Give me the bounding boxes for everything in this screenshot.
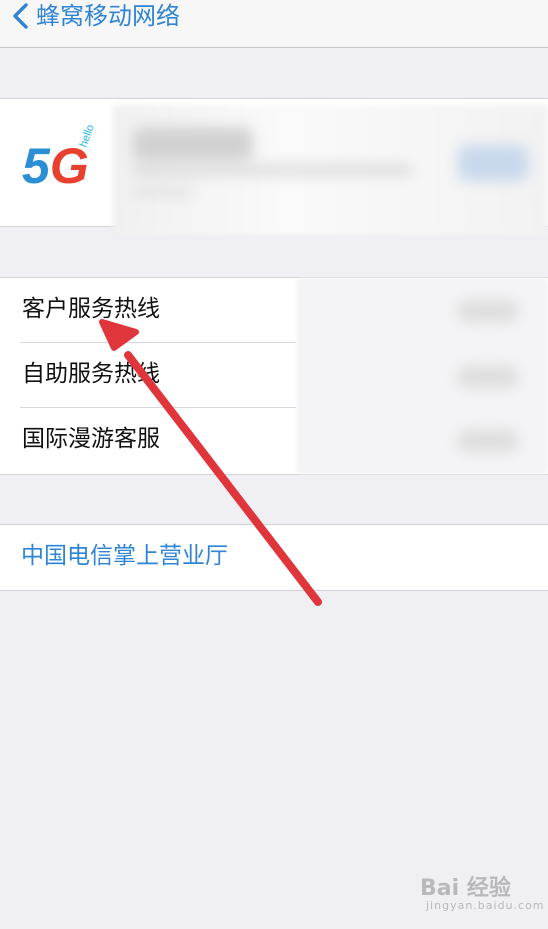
logo-hello-text: hello xyxy=(78,123,97,149)
watermark-url: jingyan.baidu.com xyxy=(426,899,545,912)
online-hall-link[interactable]: 中国电信掌上营业厅 xyxy=(21,539,228,573)
list-item-label: 客户服务热线 xyxy=(22,296,160,322)
list-item[interactable]: 客户服务热线 xyxy=(0,278,548,343)
back-chevron-icon[interactable] xyxy=(10,2,30,30)
carrier-card: 5G hello xyxy=(0,98,548,235)
baidu-jingyan-watermark: Bai 经验 jingyan.baidu.com xyxy=(418,866,545,918)
navigation-bar: 蜂窝移动网络 xyxy=(0,0,548,48)
list-item-label: 国际漫游客服 xyxy=(22,426,160,452)
list-item[interactable]: 国际漫游客服 xyxy=(0,408,548,473)
online-hall-link-cell[interactable]: 中国电信掌上营业厅 xyxy=(0,524,548,591)
watermark-text: Bai 经验 xyxy=(420,876,511,901)
5g-logo-icon: 5G hello xyxy=(20,123,106,197)
service-list: 客户服务热线 自助服务热线 国际漫游客服 xyxy=(0,277,548,475)
back-button[interactable]: 蜂窝移动网络 xyxy=(36,0,180,32)
list-item[interactable]: 自助服务热线 xyxy=(0,343,548,408)
blurred-carrier-info xyxy=(113,105,548,235)
list-item-label: 自助服务热线 xyxy=(22,361,160,387)
